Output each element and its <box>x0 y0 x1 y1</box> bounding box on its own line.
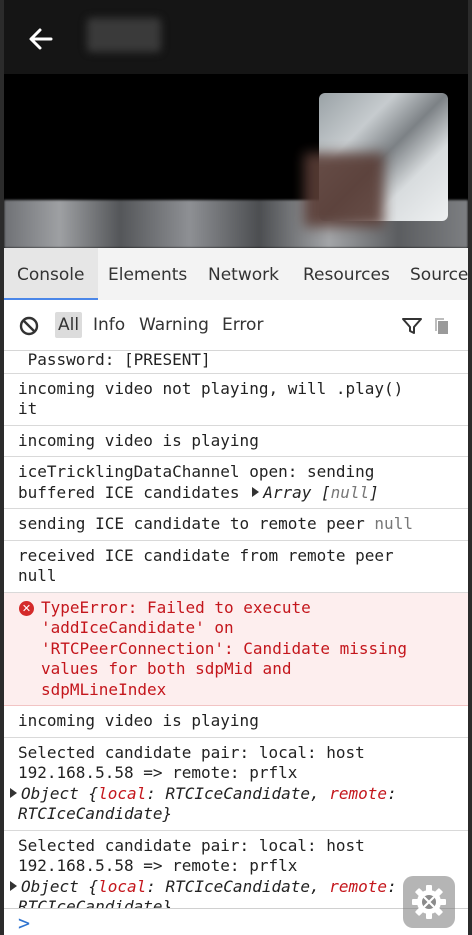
console-input[interactable]: > <box>4 908 468 935</box>
object-prefix: Object { <box>21 876 99 896</box>
tab-resources[interactable]: Resources <box>303 248 390 300</box>
app-frame: Console Elements Network Resources Sourc… <box>4 0 468 935</box>
blurred-title <box>87 18 161 52</box>
array-label: Array [ <box>263 482 331 502</box>
log-text: incoming video is playing <box>18 711 259 730</box>
object-value-local: : RTCIceCandidate, <box>146 876 330 896</box>
console-log: Password: [PRESENT] incoming video not p… <box>4 350 468 908</box>
back-arrow-icon <box>29 28 53 50</box>
expand-triangle-icon[interactable] <box>10 880 17 891</box>
log-row: incoming video is playing <box>4 426 468 457</box>
null-value: null <box>374 514 413 533</box>
devtools-tabs: Console Elements Network Resources Sourc… <box>4 248 468 301</box>
log-text: incoming video is playing <box>18 430 259 450</box>
log-text: received ICE candidate from remote peer … <box>18 545 394 586</box>
tab-network[interactable]: Network <box>208 248 279 300</box>
object-value-remote: RTCIceCandidate} <box>18 804 173 823</box>
object-colon: : <box>387 783 397 803</box>
expand-triangle-icon[interactable] <box>252 486 260 497</box>
array-null: null <box>330 482 370 502</box>
filter-all[interactable]: All <box>55 312 83 338</box>
object-prefix: Object { <box>21 783 99 803</box>
filter-info[interactable]: Info <box>90 312 128 338</box>
filter-error[interactable]: Error <box>219 312 266 338</box>
filter-warning[interactable]: Warning <box>136 312 212 338</box>
settings-button[interactable] <box>403 876 455 928</box>
log-row: Selected candidate pair: local: host 192… <box>4 831 468 909</box>
tab-console[interactable]: Console <box>4 248 98 300</box>
log-text: Password: [PRESENT] <box>27 350 211 369</box>
array-close: ] <box>369 482 379 502</box>
object-key-remote: remote <box>329 783 388 803</box>
error-icon: ✕ <box>19 600 34 616</box>
object-key-local: local <box>98 876 147 896</box>
error-row: ✕ TypeError: Failed to execute 'addIceCan… <box>4 592 468 706</box>
log-row: iceTricklingDataChannel open: sending bu… <box>4 457 468 509</box>
tab-sources[interactable]: Sources <box>410 248 468 300</box>
back-button[interactable] <box>26 24 56 54</box>
object-preview[interactable]: Object {local: RTCIceCandidate, remote: … <box>18 784 397 824</box>
log-text: incoming video not playing, will .play()… <box>18 378 404 419</box>
remote-video <box>4 74 468 248</box>
log-text: Selected candidate pair: local: host 192… <box>18 835 365 876</box>
log-text: Selected candidate pair: local: host 192… <box>18 742 365 783</box>
error-text: TypeError: Failed to execute 'addIceCand… <box>41 597 408 699</box>
filter-icon[interactable] <box>401 317 423 335</box>
array-preview[interactable]: Array [null] <box>263 483 379 502</box>
log-row: received ICE candidate from remote peer … <box>4 541 468 593</box>
tab-elements[interactable]: Elements <box>108 248 187 300</box>
clear-console-icon[interactable] <box>19 316 39 336</box>
settings-gear-icon <box>412 885 446 919</box>
log-row: incoming video not playing, will .play()… <box>4 374 468 426</box>
blurred-face <box>304 153 384 227</box>
top-bar <box>4 0 468 74</box>
log-row: incoming video is playing <box>4 706 468 738</box>
object-value-local: : RTCIceCandidate, <box>146 783 330 803</box>
object-colon: : <box>387 876 397 896</box>
expand-triangle-icon[interactable] <box>10 787 17 798</box>
object-preview[interactable]: Object {local: RTCIceCandidate, remote: … <box>18 877 397 909</box>
copy-icon[interactable] <box>433 317 451 335</box>
object-value-remote: RTCIceCandidate} <box>18 897 173 908</box>
object-key-local: local <box>98 783 147 803</box>
object-key-remote: remote <box>329 876 388 896</box>
log-text: sending ICE candidate to remote peer <box>18 514 375 533</box>
log-row: Selected candidate pair: local: host 192… <box>4 738 468 831</box>
log-row: sending ICE candidate to remote peer nul… <box>4 509 468 541</box>
prompt-caret-icon: > <box>18 911 31 935</box>
log-row: Password: [PRESENT] <box>4 350 468 374</box>
console-filter-bar: All Info Warning Error <box>4 300 468 351</box>
